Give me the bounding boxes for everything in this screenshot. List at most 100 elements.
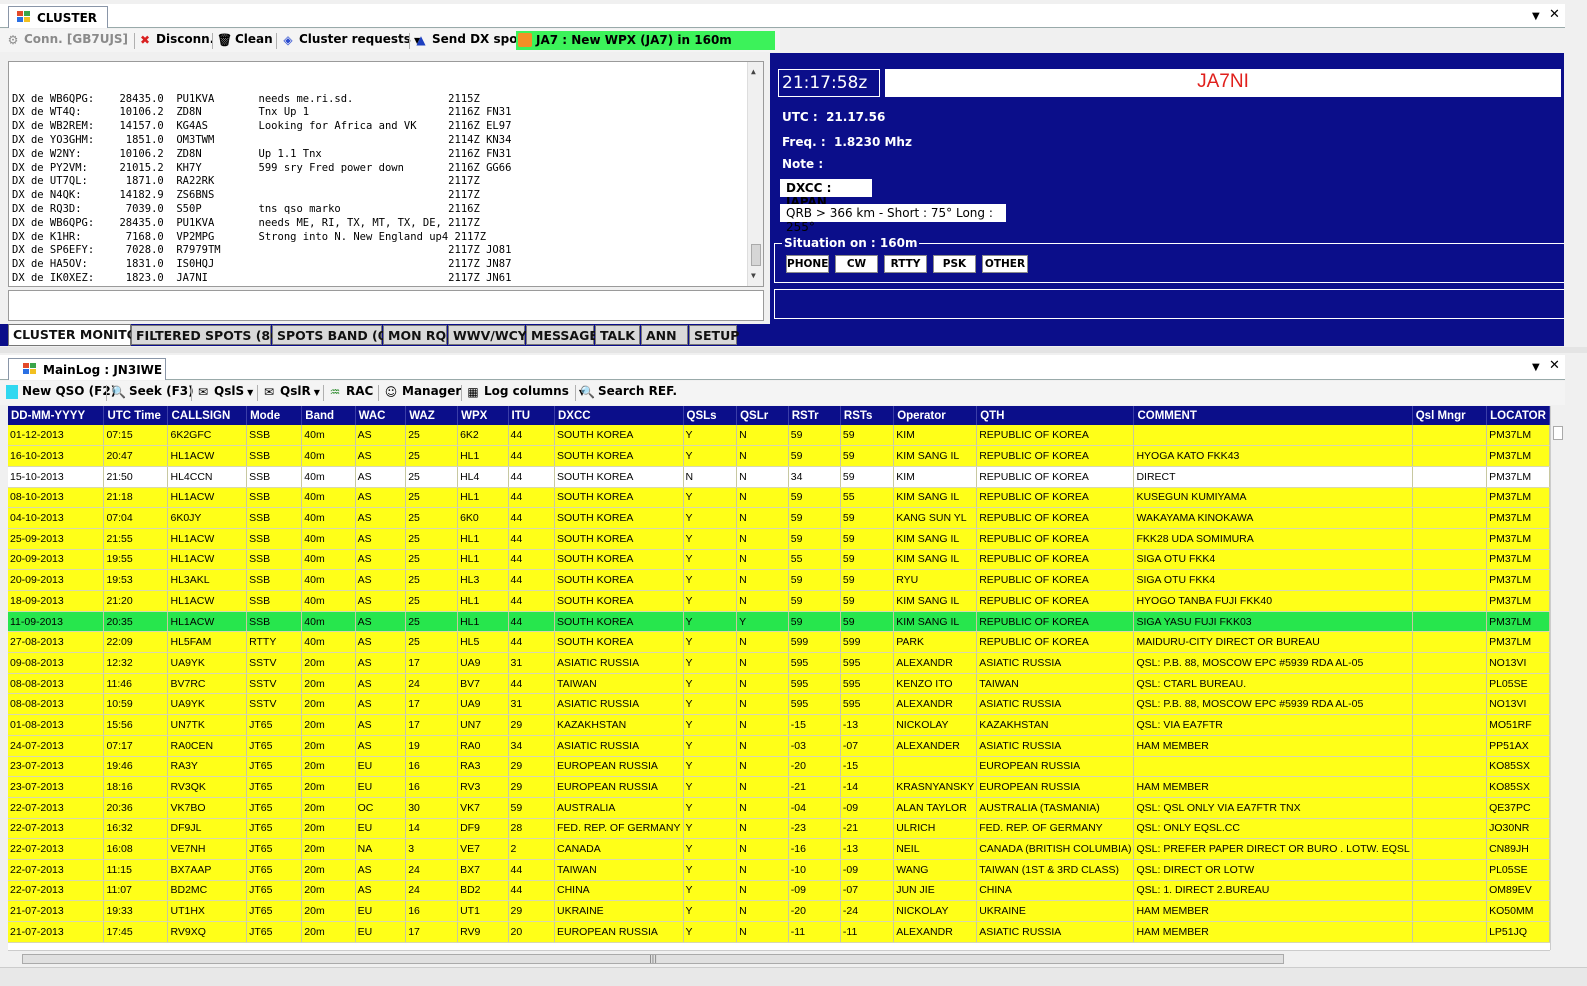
column-header[interactable]: RSTs: [840, 406, 895, 425]
table-row[interactable]: 08-08-2013 10:59 UA9YK SSTV 20m AS 17 UA9 31 ASIA…: [8, 693, 1550, 716]
column-header[interactable]: Qsl Mngr: [1412, 406, 1488, 425]
column-header[interactable]: UTC Time: [103, 406, 169, 425]
column-header[interactable]: QSLs: [683, 406, 738, 425]
cluster-monitor-text[interactable]: DX de WB6QPG: 28435.0 PU1KVA needs me.ri…: [8, 61, 764, 287]
dropdown-arrow-icon[interactable]: ▼: [1532, 11, 1540, 22]
log-horizontal-scrollbar[interactable]: |||: [8, 950, 1550, 966]
column-header[interactable]: LOCATOR: [1486, 406, 1550, 425]
table-row[interactable]: 22-07-2013 20:36 VK7BO JT65 20m OC 30 VK7 59 AUST…: [8, 797, 1550, 819]
clean-button[interactable]: 🗑 Clean: [217, 32, 273, 50]
column-header[interactable]: WAC: [355, 406, 407, 425]
column-header[interactable]: DXCC: [554, 406, 684, 425]
cluster-tab[interactable]: CLUSTER: [8, 6, 108, 28]
column-header[interactable]: Band: [301, 406, 356, 425]
column-header[interactable]: Operator: [893, 406, 978, 425]
table-row[interactable]: 25-09-2013 21:55 HL1ACW SSB 40m AS 25 HL1 44 SOUT…: [8, 528, 1550, 550]
scroll-down-icon[interactable]: ▼: [751, 269, 756, 283]
new-qso-button[interactable]: New QSO (F2): [6, 384, 116, 402]
tab-message[interactable]: MESSAGE: [526, 325, 598, 345]
disconnect-button[interactable]: ✖ Disconn.: [138, 32, 214, 50]
column-header[interactable]: ITU: [508, 406, 556, 425]
monitor-line[interactable]: DX de HA5OV: 1831.0 IS0HQJ 2117Z JN87: [12, 258, 763, 272]
table-row[interactable]: 22-07-2013 11:07 BD2MC JT65 20m AS 24 BD2 44 CHIN…: [8, 880, 1550, 902]
table-row[interactable]: 11-09-2013 20:35 HL1ACW SSB 40m AS 25 HL1 44 SOUT…: [8, 611, 1550, 633]
send-dx-spot-button[interactable]: ▲ Send DX spot: [414, 32, 523, 50]
table-row[interactable]: 04-10-2013 07:04 6K0JY SSB 40m AS 25 6K0 44 SOUTH…: [8, 507, 1550, 529]
tab-wwv-wcy[interactable]: WWV/WCY: [448, 325, 527, 345]
table-row[interactable]: 27-08-2013 22:09 HL5FAM RTTY 40m AS 25 HL5 44 SOU…: [8, 631, 1550, 654]
mode-cw-button[interactable]: CW: [835, 255, 878, 273]
monitor-line[interactable]: DX de K1HR: 7168.0 VP2MPG Strong into N.…: [12, 231, 763, 245]
table-row[interactable]: 09-08-2013 12:32 UA9YK SSTV 20m AS 17 UA9 31 ASIA…: [8, 652, 1550, 674]
table-row[interactable]: 16-10-2013 20:47 HL1ACW SSB 40m AS 25 HL1 44 SOUT…: [8, 445, 1550, 467]
monitor-line[interactable]: DX de SP6EFY: 7028.0 R7979TM 2117Z JO81: [12, 244, 763, 258]
cluster-command-input[interactable]: [8, 290, 764, 321]
cluster-requests-button[interactable]: ◈ Cluster requests ▼: [281, 32, 420, 50]
monitor-line[interactable]: DX de WT4Q: 10106.2 ZD8N Tnx Up 1 2116Z …: [12, 106, 763, 120]
qsls-button[interactable]: ✉ QslS ▼: [196, 384, 253, 402]
close-icon[interactable]: ✕: [1549, 7, 1560, 22]
table-row[interactable]: 18-09-2013 21:20 HL1ACW SSB 40m AS 25 HL1 44 SOUT…: [8, 590, 1550, 612]
tab-mon-rq[interactable]: MON RQ.: [383, 325, 451, 345]
close-icon[interactable]: ✕: [1549, 358, 1560, 373]
column-header[interactable]: CALLSIGN: [167, 406, 248, 425]
table-row[interactable]: 20-09-2013 19:55 HL1ACW SSB 40m AS 25 HL1 44 SOUT…: [8, 549, 1550, 571]
table-row[interactable]: 23-07-2013 19:46 RA3Y JT65 20m EU 16 RA3 29 EUROP…: [8, 756, 1550, 778]
mode-phone-button[interactable]: PHONE: [786, 255, 829, 273]
mainlog-tab[interactable]: MainLog : JN3IWE: [8, 358, 166, 380]
column-header[interactable]: COMMENT: [1133, 406, 1413, 425]
scroll-thumb[interactable]: [751, 244, 761, 266]
monitor-line[interactable]: DX de YO3GHM: 1851.0 OM3TWM 2114Z KN34: [12, 134, 763, 148]
table-row[interactable]: 22-07-2013 11:15 BX7AAP JT65 20m AS 24 BX7 44 TAI…: [8, 859, 1550, 881]
column-header[interactable]: DD-MM-YYYY: [8, 406, 105, 425]
table-row[interactable]: 15-10-2013 21:50 HL4CCN SSB 40m AS 25 HL4 44 SOUT…: [8, 466, 1550, 488]
search-ref-button[interactable]: 🔍 Search REF.: [580, 384, 677, 402]
log-grid[interactable]: DD-MM-YYYY UTC Time CALLSIGN Mode Band WAC WAZ…: [8, 406, 1550, 950]
column-header[interactable]: QSLr: [736, 406, 789, 425]
log-vertical-scrollbar[interactable]: [1550, 406, 1564, 950]
monitor-line[interactable]: DX de IK0XEZ: 1823.0 JA7NI 2117Z JN61: [12, 272, 763, 286]
table-row[interactable]: 24-07-2013 07:17 RA0CEN JT65 20m AS 19 RA0 34 ASI…: [8, 735, 1550, 757]
column-header[interactable]: QTH: [976, 406, 1135, 425]
table-row[interactable]: 21-07-2013 17:45 RV9XQ JT65 20m EU 17 RV9 20 EURO…: [8, 921, 1550, 943]
dropdown-arrow-icon[interactable]: ▼: [1532, 362, 1540, 373]
tab-setup[interactable]: SETUP: [689, 325, 739, 345]
table-row[interactable]: 08-08-2013 11:46 BV7RC SSTV 20m AS 24 BV7 44 TAIW…: [8, 673, 1550, 695]
column-header[interactable]: RSTr: [788, 406, 841, 425]
connect-button[interactable]: ⚙ Conn. [GB7UJS]: [6, 32, 128, 50]
mode-other-button[interactable]: OTHER: [982, 255, 1028, 273]
monitor-line[interactable]: DX de WB2REM: 14157.0 KG4AS Looking for …: [12, 120, 763, 134]
table-row[interactable]: 23-07-2013 18:16 RV3QK JT65 20m EU 16 RV3 29 EURO…: [8, 776, 1550, 798]
mode-psk-button[interactable]: PSK: [933, 255, 976, 273]
table-row[interactable]: 20-09-2013 19:53 HL3AKL SSB 40m AS 25 HL3 44 SOUT…: [8, 569, 1550, 591]
monitor-line[interactable]: DX de PY2VM: 21015.2 KH7Y 599 sry Fred p…: [12, 162, 763, 176]
scroll-thumb[interactable]: |||: [22, 954, 1284, 964]
monitor-line[interactable]: DX de RQ3D: 7039.0 S50P tns qso marko 21…: [12, 203, 763, 217]
column-header[interactable]: Mode: [246, 406, 303, 425]
monitor-line[interactable]: DX de N4QK: 14182.9 ZS6BNS 2117Z: [12, 189, 763, 203]
monitor-line[interactable]: DX de WB6QPG: 28435.0 PU1KVA needs me.ri…: [12, 93, 763, 107]
log-columns-button[interactable]: ▦ Log columns ▼: [466, 384, 585, 402]
tab-cluster-monitor[interactable]: CLUSTER MONITOR: [8, 324, 147, 346]
monitor-scrollbar[interactable]: ▲ ▼: [747, 62, 763, 286]
qslr-button[interactable]: ✉ QslR ▼: [262, 384, 320, 402]
monitor-line[interactable]: DX de W2NY: 10106.2 ZD8N Up 1.1 Tnx 2116…: [12, 148, 763, 162]
tab-ann[interactable]: ANN: [641, 325, 688, 345]
seek-button[interactable]: 🔍 Seek (F3): [111, 384, 194, 402]
scroll-up-icon[interactable]: ▲: [751, 65, 756, 79]
column-header[interactable]: WAZ: [405, 406, 459, 425]
tab-spots-band[interactable]: SPOTS BAND (0): [272, 325, 392, 345]
monitor-line[interactable]: DX de WB6QPG: 28435.0 PU1KVA needs ME, R…: [12, 217, 763, 231]
tab-talk[interactable]: TALK: [595, 325, 640, 345]
table-row[interactable]: 21-07-2013 19:33 UT1HX JT65 20m EU 16 UT1 29 UKRA…: [8, 900, 1550, 922]
table-row[interactable]: 01-12-2013 07:15 6K2GFC SSB 40m AS 25 6K2 44 SOUT…: [8, 425, 1550, 447]
table-row[interactable]: 08-10-2013 21:18 HL1ACW SSB 40m AS 25 HL1 44 SOUT…: [8, 487, 1550, 509]
scroll-thumb[interactable]: [1553, 426, 1563, 440]
rac-button[interactable]: ♒ RAC: [328, 384, 374, 402]
table-row[interactable]: 22-07-2013 16:32 DF9JL JT65 20m EU 14 DF9 28 FED.…: [8, 818, 1550, 840]
column-header[interactable]: WPX: [457, 406, 509, 425]
table-row[interactable]: 01-08-2013 15:56 UN7TK JT65 20m AS 17 UN7 29 KAZA…: [8, 714, 1550, 736]
tab-filtered-spots[interactable]: FILTERED SPOTS (86): [131, 325, 285, 345]
manager-button[interactable]: ☺ Manager: [384, 384, 462, 402]
mode-rtty-button[interactable]: RTTY: [884, 255, 927, 273]
